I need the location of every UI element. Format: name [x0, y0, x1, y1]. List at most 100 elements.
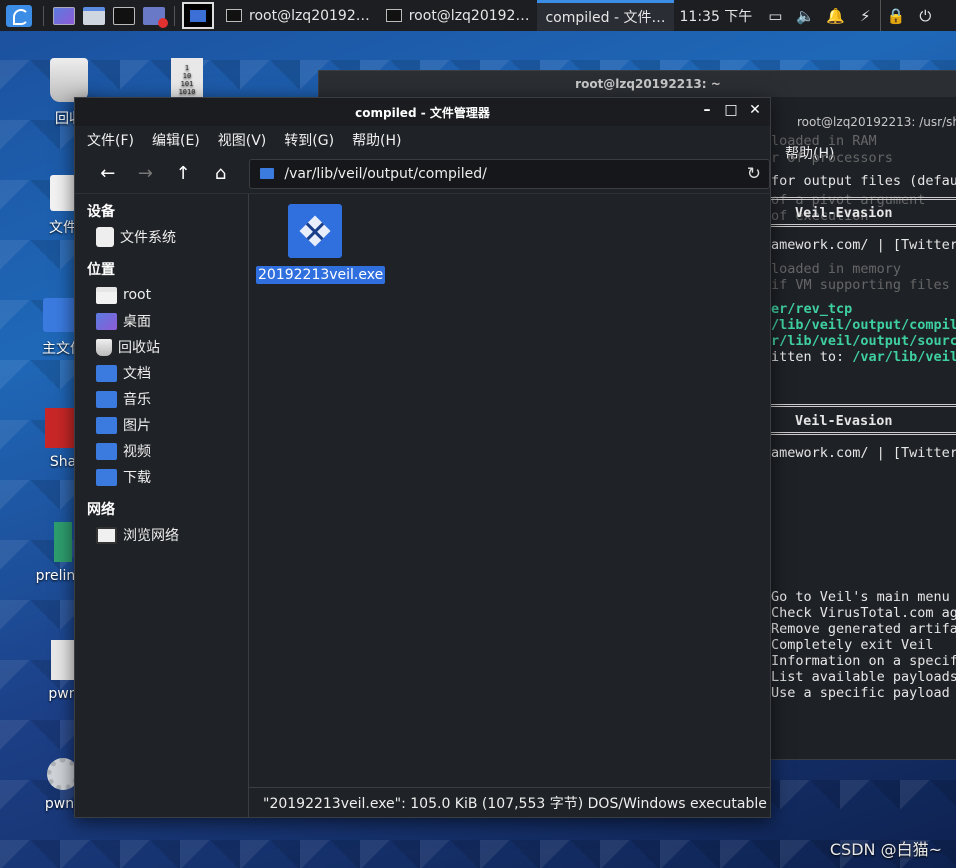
display-icon[interactable]: ▭ [760, 0, 790, 31]
power-manager-icon[interactable]: ⚡ [850, 0, 880, 31]
power-icon[interactable]: ⏻ [910, 0, 940, 31]
terminal-line: Information on a specif [771, 653, 956, 669]
network-icon [96, 526, 117, 544]
workspace-switcher[interactable] [182, 2, 214, 29]
menu-bar: 文件(F) 编辑(E) 视图(V) 转到(G) 帮助(H) [75, 126, 770, 154]
taskbar-item-terminal-2[interactable]: root@lzq20192… [378, 0, 538, 31]
notification-bell-icon[interactable]: 🔔 [820, 0, 850, 31]
reload-icon[interactable]: ↻ [747, 164, 761, 184]
sidebar-item-downloads[interactable]: 下载 [75, 464, 248, 490]
terminal-banner: Veil-Evasion [795, 205, 893, 221]
volume-icon[interactable]: 🔈 [790, 0, 820, 31]
back-button[interactable]: ← [89, 159, 127, 189]
forward-button[interactable]: → [127, 159, 165, 189]
status-bar: "20192213veil.exe": 105.0 KiB (107,553 字… [249, 787, 770, 817]
file-item[interactable]: 20192213veil.exe [256, 204, 386, 284]
show-desktop-button[interactable] [49, 0, 79, 31]
screen-recorder-launcher[interactable] [139, 0, 169, 31]
terminal-line: for output files (defau [771, 173, 956, 189]
exe-icon [288, 204, 342, 258]
desktop-folder-icon [96, 312, 117, 330]
terminal-launcher[interactable] [109, 0, 139, 31]
sidebar-item-label: 浏览网络 [123, 528, 179, 544]
folder-icon [83, 6, 105, 25]
location-bar[interactable]: /var/lib/veil/output/compiled/ ↻ [249, 158, 770, 189]
toolbar: ← → ↑ ⌂ /var/lib/veil/output/compiled/ ↻ [75, 154, 770, 194]
terminal-line: er/rev_tcp [771, 301, 853, 317]
sidebar-item-label: 回收站 [118, 340, 160, 356]
drive-icon [50, 175, 76, 211]
terminal-rule [771, 197, 956, 200]
terminal-line: Check VirusTotal.com ag [771, 605, 956, 621]
sidebar-item-label: 桌面 [123, 314, 151, 330]
home-button[interactable]: ⌂ [202, 159, 240, 189]
home-folder-icon [96, 286, 117, 304]
sidebar-item-browse-network[interactable]: 浏览网络 [75, 522, 248, 548]
sidebar-item-music[interactable]: 音乐 [75, 386, 248, 412]
recorder-icon [143, 6, 168, 28]
file-manager-body: 设备 文件系统 位置 root 桌面 回收站 文档 音乐 图片 视频 下载 网络… [75, 194, 770, 817]
taskbar-item-file-manager[interactable]: compiled - 文件… [74, 0, 674, 110]
panel-separator [43, 5, 44, 26]
maximize-button[interactable]: □ [724, 102, 738, 118]
terminal-line: Go to Veil's main menu [771, 589, 950, 605]
window-titlebar[interactable]: compiled - 文件管理器 – □ ✕ [75, 98, 770, 126]
sidebar-item-root[interactable]: root [75, 282, 248, 308]
menu-help[interactable]: 帮助(H) [352, 130, 401, 150]
sidebar-item-label: 图片 [123, 418, 151, 434]
file-manager-window[interactable]: compiled - 文件管理器 – □ ✕ 文件(F) 编辑(E) 视图(V)… [74, 97, 771, 818]
menu-file[interactable]: 文件(F) [87, 130, 134, 150]
terminal-text: itten to: [771, 349, 853, 365]
terminal-line: amework.com/ | [Twitter [771, 445, 956, 461]
kali-menu-button[interactable] [0, 0, 38, 31]
home-icon: ⌂ [214, 163, 227, 184]
terminal-banner: Veil-Evasion [795, 413, 893, 429]
sidebar-item-label: 下载 [123, 470, 151, 486]
music-folder-icon [96, 390, 117, 408]
sidebar-item-filesystem[interactable]: 文件系统 [75, 224, 248, 250]
sidebar-item-desktop[interactable]: 桌面 [75, 308, 248, 334]
sidebar-item-label: root [123, 287, 152, 303]
watermark: CSDN @白猫~ [829, 840, 942, 859]
terminal-line: r/lib/veil/output/source [771, 333, 956, 349]
file-manager-launcher[interactable] [79, 0, 109, 31]
sidebar-item-label: 音乐 [123, 392, 151, 408]
taskbar-item-terminal-1[interactable]: root@lzq20192… [218, 0, 378, 31]
clock[interactable]: 11:35 下午 [680, 6, 753, 26]
sidebar-item-documents[interactable]: 文档 [75, 360, 248, 386]
sidebar-item-videos[interactable]: 视频 [75, 438, 248, 464]
terminal-title: root@lzq20192213: ~ [319, 71, 956, 97]
text-file-icon: 1 10 101 1010 [171, 58, 203, 98]
archive-icon [54, 522, 72, 562]
trash-icon [50, 58, 88, 102]
window-title: compiled - 文件管理器 [355, 105, 490, 120]
terminal-icon [226, 9, 242, 22]
sidebar-item-trash[interactable]: 回收站 [75, 334, 248, 360]
location-path: /var/lib/veil/output/compiled/ [284, 165, 487, 182]
arrow-left-icon: ← [100, 163, 116, 184]
sidebar-header-devices: 设备 [87, 204, 115, 220]
sidebar-item-label: 文件系统 [120, 230, 176, 246]
terminal-path: /var/lib/veil [852, 349, 956, 365]
terminal-line: Use a specific payload [771, 685, 950, 701]
sidebar: 设备 文件系统 位置 root 桌面 回收站 文档 音乐 图片 视频 下载 网络… [75, 194, 249, 817]
sidebar-header-places: 位置 [87, 262, 115, 278]
up-button[interactable]: ↑ [164, 159, 202, 189]
menu-go[interactable]: 转到(G) [284, 130, 334, 150]
sidebar-header-network: 网络 [87, 502, 115, 518]
videos-folder-icon [96, 442, 117, 460]
minimize-button[interactable]: – [700, 102, 714, 118]
desktop-icon [53, 6, 75, 25]
terminal-line: loaded in RAM [771, 133, 877, 149]
drive-icon [96, 227, 114, 247]
menu-view[interactable]: 视图(V) [218, 130, 267, 150]
lock-screen-icon[interactable]: 🔒 [880, 0, 910, 31]
document-icon [51, 640, 75, 680]
close-button[interactable]: ✕ [748, 102, 762, 118]
sidebar-item-label: 视频 [123, 444, 151, 460]
sidebar-item-pictures[interactable]: 图片 [75, 412, 248, 438]
terminal-line: Remove generated artifa [771, 621, 956, 637]
terminal-rule [771, 404, 956, 407]
menu-edit[interactable]: 编辑(E) [152, 130, 200, 150]
file-view[interactable]: 20192213veil.exe [249, 194, 770, 817]
